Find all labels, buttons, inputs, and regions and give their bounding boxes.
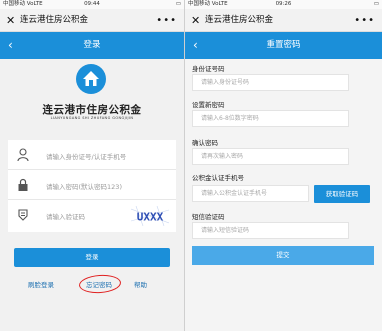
house-logo-icon	[76, 64, 106, 94]
lock-icon	[17, 178, 29, 192]
id-input[interactable]: 请输入身份证号/认证手机号	[46, 151, 126, 161]
submit-button[interactable]: 提交	[192, 246, 374, 265]
confirm-password-input[interactable]: 请再次输入密码	[192, 148, 349, 165]
page-title: 登录	[83, 40, 101, 50]
status-bar: 中国移动 VoLTE 09:44 ▭	[0, 0, 184, 9]
password-field[interactable]: 请输入密码(默认密码123)	[8, 170, 176, 200]
login-form: 请输入身份证号/认证手机号 请输入密码(默认密码123) 请输入验证码 UXXX	[8, 140, 176, 232]
wechat-title: 连云港住房公积金	[205, 15, 274, 25]
id-input[interactable]: 请输入身份证号码	[192, 74, 349, 91]
annotation-circle	[78, 273, 122, 295]
status-bar: 中国移动 VoLTE 09:26 ▭	[185, 0, 382, 9]
page-header: ‹ 登录	[0, 32, 184, 59]
status-time: 09:44	[84, 1, 100, 7]
login-button[interactable]: 登录	[14, 248, 170, 267]
logo-english: LIANYUNGANG SHI ZHUFANG GONGJIJIN	[50, 116, 134, 120]
close-icon[interactable]: ✕	[191, 9, 200, 32]
new-password-input[interactable]: 请输入6-8位数字密码	[192, 110, 349, 127]
user-icon	[17, 148, 29, 162]
battery-icon: ▭	[373, 1, 379, 7]
page-header: ‹ 重置密码	[185, 32, 382, 59]
new-password-label: 设置新密码	[192, 101, 225, 109]
face-login-link[interactable]: 刷脸登录	[28, 279, 54, 289]
reset-password-screen: 中国移动 VoLTE 09:26 ▭ ✕ 连云港住房公积金 ••• ‹ 重置密码…	[185, 0, 382, 331]
page-title: 重置密码	[266, 40, 301, 50]
more-menu-icon[interactable]: •••	[354, 9, 375, 32]
confirm-password-label: 确认密码	[192, 139, 218, 147]
captcha-input[interactable]: 请输入验证码	[46, 211, 85, 221]
close-icon[interactable]: ✕	[6, 9, 15, 32]
logo-name: 连云港市住房公积金	[42, 104, 142, 116]
logo-area: 连云港市住房公积金 LIANYUNGANG SHI ZHUFANG GONGJI…	[0, 59, 184, 141]
login-screen: 中国移动 VoLTE 09:44 ▭ ✕ 连云港住房公积金 ••• ‹ 登录 连…	[0, 0, 184, 331]
help-link[interactable]: 帮助	[134, 279, 147, 289]
wechat-title-bar: ✕ 连云港住房公积金 •••	[0, 9, 184, 32]
captcha-image[interactable]: UXXX	[130, 205, 170, 227]
wechat-title: 连云港住房公积金	[20, 15, 89, 25]
more-menu-icon[interactable]: •••	[156, 9, 177, 32]
back-icon[interactable]: ‹	[8, 32, 13, 59]
sms-code-input[interactable]: 请输入短信验证码	[192, 222, 349, 239]
get-code-button[interactable]: 获取验证码	[314, 185, 370, 203]
phone-input[interactable]: 请输入公积金认证手机号	[192, 185, 309, 202]
battery-icon: ▭	[175, 1, 181, 7]
status-time: 09:26	[275, 1, 292, 7]
back-icon[interactable]: ‹	[193, 32, 198, 59]
shield-code-icon	[17, 208, 29, 222]
wechat-title-bar: ✕ 连云港住房公积金 •••	[185, 9, 382, 32]
sms-code-label: 短信验证码	[192, 213, 225, 221]
captcha-text: UXXX	[137, 211, 164, 224]
id-field[interactable]: 请输入身份证号/认证手机号	[8, 140, 176, 170]
password-input[interactable]: 请输入密码(默认密码123)	[46, 181, 122, 191]
id-label: 身份证号码	[192, 65, 225, 73]
phone-label: 公积金认证手机号	[192, 174, 244, 182]
captcha-field[interactable]: 请输入验证码 UXXX	[8, 200, 176, 230]
